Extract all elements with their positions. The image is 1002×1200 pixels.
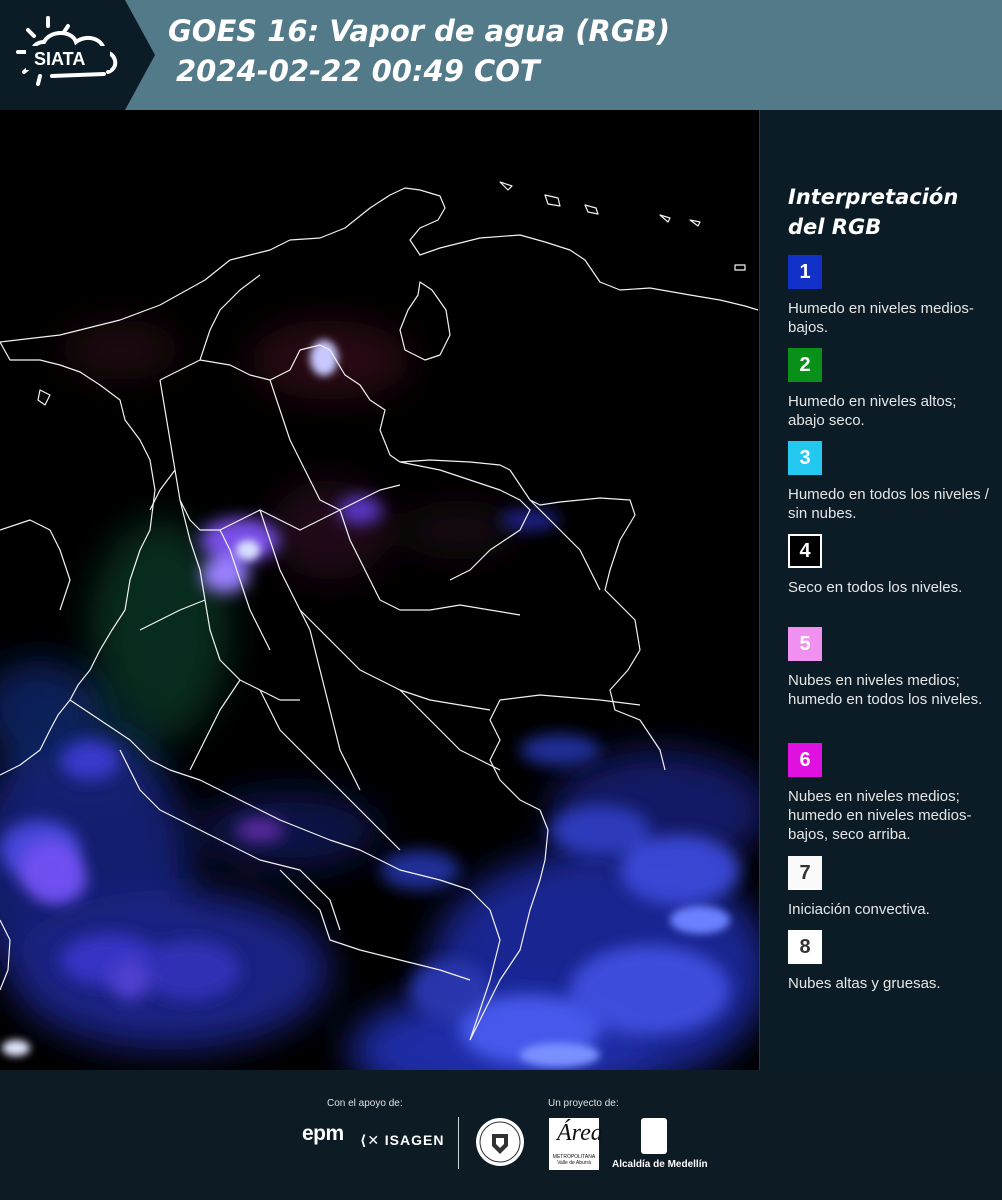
- isagen-text: ISAGEN: [384, 1132, 445, 1148]
- legend-text: Iniciación convectiva.: [788, 901, 930, 918]
- legend-item-6: 6 Nubes en niveles medios; humedo en niv…: [788, 743, 993, 844]
- legend-swatch: 3: [788, 441, 822, 475]
- epm-logo[interactable]: epm: [302, 1122, 344, 1146]
- project-label: Un proyecto de:: [548, 1098, 619, 1109]
- legend-text: Humedo en niveles medios-bajos.: [788, 300, 974, 336]
- area-metropolitana-logo[interactable]: Área METROPOLITANA Valle de Aburrá: [549, 1118, 603, 1170]
- isagen-logo[interactable]: ⟨✕ ISAGEN: [360, 1132, 444, 1149]
- isagen-mark-icon: ⟨✕: [360, 1132, 381, 1148]
- page-title: GOES 16: Vapor de agua (RGB): [168, 14, 671, 48]
- legend-item-7: 7 Iniciación convectiva.: [788, 856, 993, 919]
- header: SIATA GOES 16: Vapor de agua (RGB) 2024-…: [0, 0, 1002, 110]
- legend-swatch: 4: [788, 534, 822, 568]
- legend-text: Nubes en niveles medios; humedo en nivel…: [788, 788, 972, 843]
- legend-item-4: 4 Seco en todos los niveles.: [788, 534, 993, 597]
- legend-swatch: 5: [788, 627, 822, 661]
- legend-number: 1: [799, 260, 811, 283]
- legend-number: 6: [799, 748, 811, 771]
- legend-item-2: 2 Humedo en niveles altos; abajo seco.: [788, 348, 993, 430]
- legend-number: 3: [799, 446, 811, 469]
- medellin-shield-icon[interactable]: [641, 1118, 667, 1154]
- footer-divider: [458, 1117, 459, 1169]
- antioquia-seal-icon[interactable]: [474, 1116, 526, 1168]
- legend-text: Humedo en todos los niveles / sin nubes.: [788, 486, 989, 522]
- legend-text: Humedo en niveles altos; abajo seco.: [788, 393, 957, 429]
- support-label: Con el apoyo de:: [327, 1098, 403, 1109]
- footer: Con el apoyo de: Un proyecto de: epm ⟨✕ …: [0, 1070, 1002, 1200]
- satellite-map[interactable]: [0, 110, 760, 1070]
- legend-item-8: 8 Nubes altas y gruesas.: [788, 930, 993, 993]
- siata-logo[interactable]: SIATA: [0, 0, 155, 110]
- legend-number: 2: [799, 353, 811, 376]
- legend-number: 8: [799, 935, 811, 958]
- area-logo-text: Área: [557, 1120, 603, 1146]
- legend-number: 4: [799, 539, 811, 562]
- logo-text: SIATA: [34, 49, 85, 69]
- legend-item-3: 3 Humedo en todos los niveles / sin nube…: [788, 441, 993, 523]
- legend-swatch: 8: [788, 930, 822, 964]
- alcaldia-logo-text[interactable]: Alcaldía de Medellín: [612, 1159, 708, 1170]
- legend-swatch: 1: [788, 255, 822, 289]
- water-vapor-rgb-image: [0, 110, 760, 1070]
- legend-title: Interpretación del RGB: [788, 185, 959, 239]
- legend-swatch: 7: [788, 856, 822, 890]
- legend-item-1: 1 Humedo en niveles medios-bajos.: [788, 255, 993, 337]
- legend-text: Nubes en niveles medios; humedo en todos…: [788, 672, 983, 708]
- legend-panel: Interpretación del RGB 1 Humedo en nivel…: [760, 110, 1002, 1070]
- area-logo-subtext: METROPOLITANA Valle de Aburrá: [552, 1154, 596, 1166]
- legend-swatch: 2: [788, 348, 822, 382]
- legend-item-5: 5 Nubes en niveles medios; humedo en tod…: [788, 627, 993, 709]
- legend-number: 5: [799, 632, 811, 655]
- legend-text: Seco en todos los niveles.: [788, 579, 963, 596]
- page-timestamp: 2024-02-22 00:49 COT: [176, 54, 540, 88]
- legend-swatch: 6: [788, 743, 822, 777]
- sun-cloud-icon: SIATA: [16, 16, 118, 86]
- legend-number: 7: [799, 861, 811, 884]
- legend-text: Nubes altas y gruesas.: [788, 975, 941, 992]
